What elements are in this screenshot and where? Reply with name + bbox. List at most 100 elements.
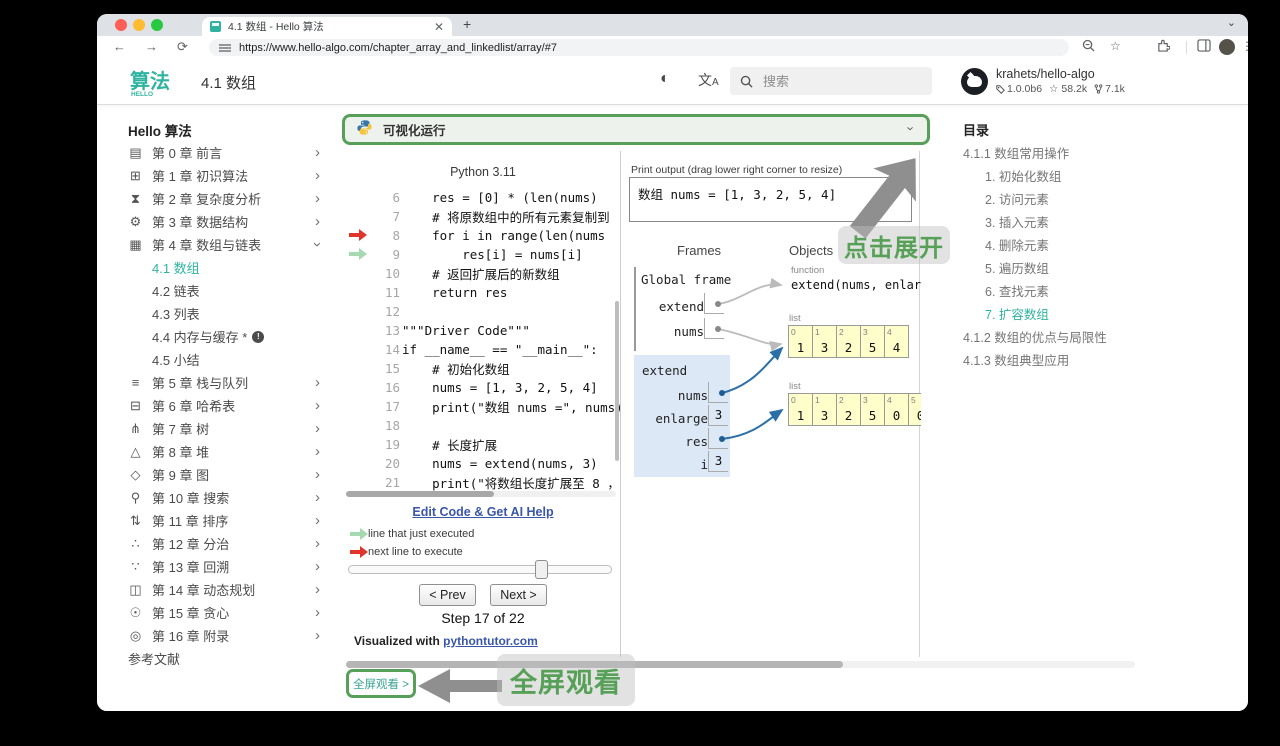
- zoom-icon[interactable]: [1082, 39, 1095, 55]
- window-minimize-button[interactable]: [133, 19, 145, 31]
- tab-search-chevron-icon[interactable]: ⌄: [1227, 16, 1236, 29]
- window-close-button[interactable]: [115, 19, 127, 31]
- repo-stars: ☆ 58.2k: [1049, 83, 1088, 95]
- new-tab-button[interactable]: +: [463, 16, 471, 32]
- step-slider[interactable]: [348, 560, 612, 579]
- chevron-right-icon[interactable]: ›: [315, 397, 320, 414]
- reload-icon[interactable]: ⟳: [177, 39, 188, 55]
- address-bar[interactable]: https://www.hello-algo.com/chapter_array…: [209, 39, 1069, 56]
- theme-toggle-icon[interactable]: ◐: [660, 70, 670, 88]
- cell-value: 1: [796, 408, 805, 423]
- window-zoom-button[interactable]: [151, 19, 163, 31]
- sidebar-item[interactable]: ⇅ 第 11 章 排序 ›: [128, 509, 320, 532]
- sidebar-item[interactable]: ⊞ 第 1 章 初识算法 ›: [128, 164, 320, 187]
- hello-algo-logo[interactable]: 算法 HELLO: [130, 67, 192, 102]
- cell-index: 4: [887, 395, 892, 405]
- sidebar-item[interactable]: 参考文献: [128, 647, 320, 670]
- code-text: # 将原数组中的所有元素复制到: [402, 210, 610, 225]
- sidebar-item[interactable]: ◇ 第 9 章 图 ›: [128, 463, 321, 486]
- chevron-right-icon[interactable]: ›: [315, 581, 320, 598]
- search-input[interactable]: [761, 72, 915, 90]
- res-list-cell: 50: [908, 393, 921, 426]
- next-line-arrow-icon: [349, 229, 367, 242]
- viz-panel-header[interactable]: 可视化运行 ›: [342, 114, 930, 145]
- sidebar-item[interactable]: ▤ 第 0 章 前言 ›: [128, 141, 320, 164]
- back-icon[interactable]: ←: [113, 39, 126, 54]
- chevron-right-icon[interactable]: ›: [315, 213, 320, 230]
- toc-item[interactable]: 4.1.2 数组的优点与局限性: [963, 325, 1233, 348]
- sidebar-item[interactable]: 4.3 列表: [128, 302, 320, 325]
- sidebar-item[interactable]: ∵ 第 13 章 回溯 ›: [128, 555, 320, 578]
- next-button[interactable]: Next >: [490, 584, 547, 606]
- chevron-right-icon[interactable]: ›: [315, 167, 320, 184]
- cell-index: 4: [887, 327, 892, 337]
- github-repo-widget[interactable]: krahets/hello-algo 1.0.0b6 ☆ 58.2k 7.1k: [961, 67, 1125, 95]
- tab-close-icon[interactable]: ✕: [434, 20, 444, 34]
- toc-item[interactable]: 4.1.1 数组常用操作: [963, 141, 1233, 164]
- chevron-right-icon[interactable]: ›: [315, 443, 320, 460]
- code-line: 12: [346, 302, 620, 321]
- chevron-right-icon[interactable]: ›: [315, 627, 320, 644]
- chevron-right-icon[interactable]: ›: [315, 190, 320, 207]
- chevron-right-icon[interactable]: ›: [315, 466, 320, 483]
- edit-code-link[interactable]: Edit Code & Get AI Help: [346, 505, 620, 519]
- fullscreen-link[interactable]: 全屏观看 >: [346, 669, 416, 698]
- pythontutor-link[interactable]: pythontutor.com: [443, 634, 538, 648]
- chevron-right-icon[interactable]: ›: [315, 512, 320, 529]
- sidebar-item[interactable]: ▦ 第 4 章 数组与链表 ›: [128, 233, 326, 256]
- sidebar-item[interactable]: 4.2 链表: [128, 279, 320, 302]
- sidebar-item[interactable]: ⊟ 第 6 章 哈希表 ›: [128, 394, 320, 417]
- sidebar-item[interactable]: ⚲ 第 10 章 搜索 ›: [128, 486, 320, 509]
- toc-item[interactable]: 5. 遍历数组: [963, 256, 1233, 279]
- code-vertical-scrollbar[interactable]: [615, 301, 619, 461]
- code-horizontal-scrollbar[interactable]: [346, 491, 616, 497]
- chevron-down-icon[interactable]: ›: [309, 242, 326, 247]
- sidebar-item[interactable]: ◎ 第 16 章 附录 ›: [128, 624, 320, 647]
- sidebar-item[interactable]: 4.4 内存与缓存 *!: [128, 325, 320, 348]
- chevron-right-icon[interactable]: ›: [315, 144, 320, 161]
- sidebar-item[interactable]: ◫ 第 14 章 动态规划 ›: [128, 578, 320, 601]
- side-panel-icon[interactable]: [1197, 39, 1211, 55]
- step-slider-handle[interactable]: [535, 560, 549, 579]
- sidebar-item[interactable]: ⚙ 第 3 章 数据结构 ›: [128, 210, 320, 233]
- nums-list-cell: 13: [812, 325, 837, 358]
- chevron-right-icon[interactable]: ›: [315, 489, 320, 506]
- sidebar-item[interactable]: ≡ 第 5 章 栈与队列 ›: [128, 371, 320, 394]
- cell-value: 4: [892, 340, 901, 355]
- chevron-right-icon[interactable]: ›: [315, 420, 320, 437]
- toc-item[interactable]: 2. 访问元素: [963, 187, 1233, 210]
- content-horizontal-scrollbar[interactable]: [346, 661, 1135, 668]
- toc-item[interactable]: 4. 删除元素: [963, 233, 1233, 256]
- sidebar-item[interactable]: ⋔ 第 7 章 树 ›: [128, 417, 320, 440]
- sidebar-item[interactable]: ⧗ 第 2 章 复杂度分析 ›: [128, 187, 320, 210]
- sidebar-item[interactable]: ∴ 第 12 章 分治 ›: [128, 532, 320, 555]
- site-info-icon[interactable]: [219, 43, 231, 52]
- chevron-down-icon[interactable]: ›: [903, 126, 918, 130]
- fullscreen-annotation-arrow: [418, 669, 502, 703]
- search-box[interactable]: [730, 67, 932, 95]
- bookmark-star-icon[interactable]: ☆: [1110, 39, 1121, 53]
- toc-item[interactable]: 1. 初始化数组: [963, 164, 1233, 187]
- toc-item[interactable]: 4.1.3 数组典型应用: [963, 348, 1233, 371]
- divide-conquer-icon: ∴: [131, 535, 140, 551]
- toc-item[interactable]: 6. 查找元素: [963, 279, 1233, 302]
- chevron-right-icon[interactable]: ›: [315, 558, 320, 575]
- function-object-code: extend(nums, enlarge): [791, 278, 921, 292]
- chevron-right-icon[interactable]: ›: [315, 535, 320, 552]
- forward-icon[interactable]: →: [145, 39, 158, 54]
- translate-icon[interactable]: 文A: [698, 70, 719, 90]
- prev-button[interactable]: < Prev: [419, 584, 476, 606]
- toc-item[interactable]: 7. 扩容数组: [963, 302, 1233, 325]
- chevron-right-icon[interactable]: ›: [315, 604, 320, 621]
- sidebar-item[interactable]: 4.1 数组: [128, 256, 320, 279]
- browser-menu-icon[interactable]: ⋮: [1241, 39, 1248, 53]
- sidebar-item[interactable]: ☉ 第 15 章 贪心 ›: [128, 601, 320, 624]
- sidebar-item[interactable]: △ 第 8 章 堆 ›: [128, 440, 321, 463]
- toc-item[interactable]: 3. 插入元素: [963, 210, 1233, 233]
- cell-index: 5: [911, 395, 916, 405]
- extensions-icon[interactable]: [1157, 39, 1171, 55]
- sidebar-item[interactable]: 4.5 小结: [128, 348, 320, 371]
- chevron-right-icon[interactable]: ›: [315, 374, 320, 391]
- profile-avatar[interactable]: [1219, 39, 1235, 55]
- browser-tab[interactable]: 4.1 数组 - Hello 算法 ✕: [202, 17, 452, 36]
